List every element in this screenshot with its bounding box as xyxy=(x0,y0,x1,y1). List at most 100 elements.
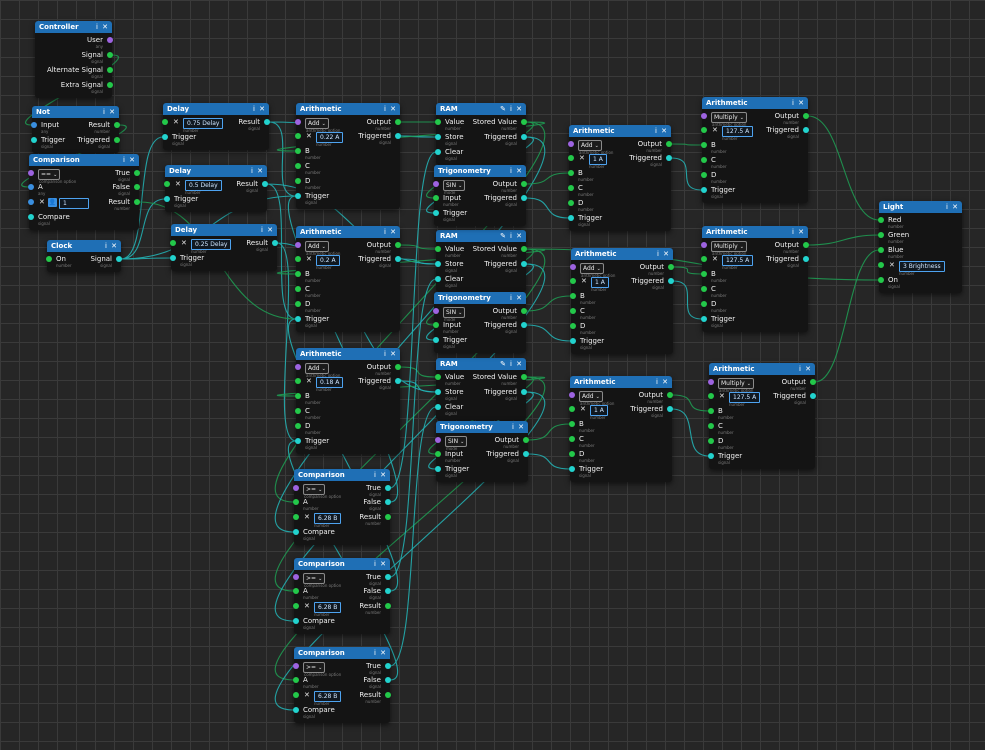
edit-icon[interactable]: ✎ xyxy=(499,232,507,240)
close-icon[interactable]: ✕ xyxy=(108,108,116,116)
info-icon[interactable]: ⅰ xyxy=(93,23,101,31)
input-port[interactable] xyxy=(433,308,439,314)
input-port[interactable] xyxy=(701,271,707,277)
info-icon[interactable]: ⅰ xyxy=(248,167,256,175)
node-header[interactable]: Delay ⅰ ✕ xyxy=(165,165,267,177)
input-port[interactable] xyxy=(293,514,299,520)
output-port[interactable] xyxy=(385,485,391,491)
input-port[interactable] xyxy=(295,378,301,384)
input-port[interactable] xyxy=(435,466,441,472)
input-port[interactable] xyxy=(569,466,575,472)
input-port[interactable] xyxy=(293,574,299,580)
output-port[interactable] xyxy=(395,378,401,384)
node-trig1[interactable]: Trigonometry ⅰ ✕ SIN ⌄ mode Output number Input n… xyxy=(433,165,527,226)
node-mult3[interactable]: Arithmetic ⅰ ✕ Multiply ⌄ arithmetic option Ou… xyxy=(708,363,816,469)
output-port[interactable] xyxy=(262,181,268,187)
info-icon[interactable]: ⅰ xyxy=(943,203,951,211)
node-header[interactable]: RAM ✎ ⅰ ✕ xyxy=(436,103,526,115)
info-icon[interactable]: ⅰ xyxy=(654,250,662,258)
close-icon[interactable]: ✕ xyxy=(515,360,523,368)
output-port[interactable] xyxy=(667,406,673,412)
close-icon[interactable]: ✕ xyxy=(951,203,959,211)
node-comp1[interactable]: Comparison ⅰ ✕ >= ⌄ comparison option True sign… xyxy=(293,469,391,545)
node-light[interactable]: Light ⅰ ✕ Red number Green number Blue number ✕ 3 … xyxy=(878,201,962,293)
info-icon[interactable]: ⅰ xyxy=(507,294,515,302)
input-port[interactable] xyxy=(295,364,301,370)
info-icon[interactable]: ⅰ xyxy=(507,105,515,113)
input-port[interactable] xyxy=(570,308,576,314)
input-port[interactable] xyxy=(569,421,575,427)
node-header[interactable]: Arithmetic ⅰ ✕ xyxy=(702,226,808,238)
input-port[interactable] xyxy=(435,246,441,252)
input-port[interactable] xyxy=(293,485,299,491)
node-mult2[interactable]: Arithmetic ⅰ ✕ Multiply ⌄ arithmetic option Ou… xyxy=(701,226,809,332)
input-port[interactable] xyxy=(701,286,707,292)
input-port[interactable] xyxy=(568,170,574,176)
node-header[interactable]: Arithmetic ⅰ ✕ xyxy=(296,348,400,360)
output-port[interactable] xyxy=(134,184,140,190)
input-port[interactable] xyxy=(701,172,707,178)
input-port[interactable] xyxy=(28,199,34,205)
node-not[interactable]: Not ⅰ ✕ Input any Result number Trigger signal Tr… xyxy=(31,106,120,153)
input-port[interactable] xyxy=(293,588,299,594)
node-header[interactable]: Arithmetic ⅰ ✕ xyxy=(570,376,672,388)
input-port[interactable] xyxy=(295,163,301,169)
x-icon[interactable]: ✕ xyxy=(304,602,310,610)
output-port[interactable] xyxy=(385,603,391,609)
x-icon[interactable]: ✕ xyxy=(712,126,718,134)
output-port[interactable] xyxy=(668,278,674,284)
output-port[interactable] xyxy=(803,127,809,133)
close-icon[interactable]: ✕ xyxy=(797,228,805,236)
info-icon[interactable]: ⅰ xyxy=(381,350,389,358)
output-port[interactable] xyxy=(521,181,527,187)
input-port[interactable] xyxy=(170,255,176,261)
node-header[interactable]: Delay ⅰ ✕ xyxy=(171,224,277,236)
close-icon[interactable]: ✕ xyxy=(515,167,523,175)
info-icon[interactable]: ⅰ xyxy=(381,228,389,236)
close-icon[interactable]: ✕ xyxy=(797,99,805,107)
node-arith3[interactable]: Arithmetic ⅰ ✕ Add ⌄ arithmetic option Output n… xyxy=(295,348,401,454)
input-port[interactable] xyxy=(878,277,884,283)
input-port[interactable] xyxy=(433,195,439,201)
close-icon[interactable]: ✕ xyxy=(517,423,525,431)
output-port[interactable] xyxy=(395,242,401,248)
info-icon[interactable]: ⅰ xyxy=(652,127,660,135)
node-header[interactable]: RAM ✎ ⅰ ✕ xyxy=(436,230,526,242)
input-port[interactable] xyxy=(708,453,714,459)
node-mult1[interactable]: Arithmetic ⅰ ✕ Multiply ⌄ arithmetic option Ou… xyxy=(701,97,809,203)
input-port[interactable] xyxy=(295,423,301,429)
input-port[interactable] xyxy=(570,278,576,284)
node-header[interactable]: Arithmetic ⅰ ✕ xyxy=(569,125,671,137)
output-port[interactable] xyxy=(107,52,113,58)
output-port[interactable] xyxy=(810,393,816,399)
info-icon[interactable]: ⅰ xyxy=(371,649,379,657)
node-controller[interactable]: Controller ⅰ ✕ User any Signal signal Alternate… xyxy=(35,21,113,98)
node-ram2[interactable]: RAM ✎ ⅰ ✕ Value number Stored Value number Store… xyxy=(435,230,527,292)
input-port[interactable] xyxy=(433,322,439,328)
output-port[interactable] xyxy=(385,663,391,669)
x-icon[interactable]: ✕ xyxy=(889,261,895,269)
input-port[interactable] xyxy=(701,242,707,248)
input-port[interactable] xyxy=(293,677,299,683)
output-port[interactable] xyxy=(385,692,391,698)
node-header[interactable]: Comparison ⅰ ✕ xyxy=(294,469,390,481)
output-port[interactable] xyxy=(264,119,270,125)
output-port[interactable] xyxy=(666,155,672,161)
node-header[interactable]: Arithmetic ⅰ ✕ xyxy=(296,226,400,238)
node-ram3[interactable]: RAM ✎ ⅰ ✕ Value number Stored Value number Store… xyxy=(435,358,527,420)
input-port[interactable] xyxy=(293,603,299,609)
input-port[interactable] xyxy=(46,256,52,262)
output-port[interactable] xyxy=(521,246,527,252)
node-header[interactable]: Comparison ⅰ ✕ xyxy=(294,558,390,570)
close-icon[interactable]: ✕ xyxy=(515,294,523,302)
node-header[interactable]: RAM ✎ ⅰ ✕ xyxy=(436,358,526,370)
input-port[interactable] xyxy=(164,196,170,202)
input-port[interactable] xyxy=(295,438,301,444)
output-port[interactable] xyxy=(803,256,809,262)
input-port[interactable] xyxy=(708,379,714,385)
close-icon[interactable]: ✕ xyxy=(258,105,266,113)
x-icon[interactable]: ✕ xyxy=(306,132,312,140)
info-icon[interactable]: ⅰ xyxy=(102,242,110,250)
input-port[interactable] xyxy=(31,122,37,128)
input-port[interactable] xyxy=(295,408,301,414)
